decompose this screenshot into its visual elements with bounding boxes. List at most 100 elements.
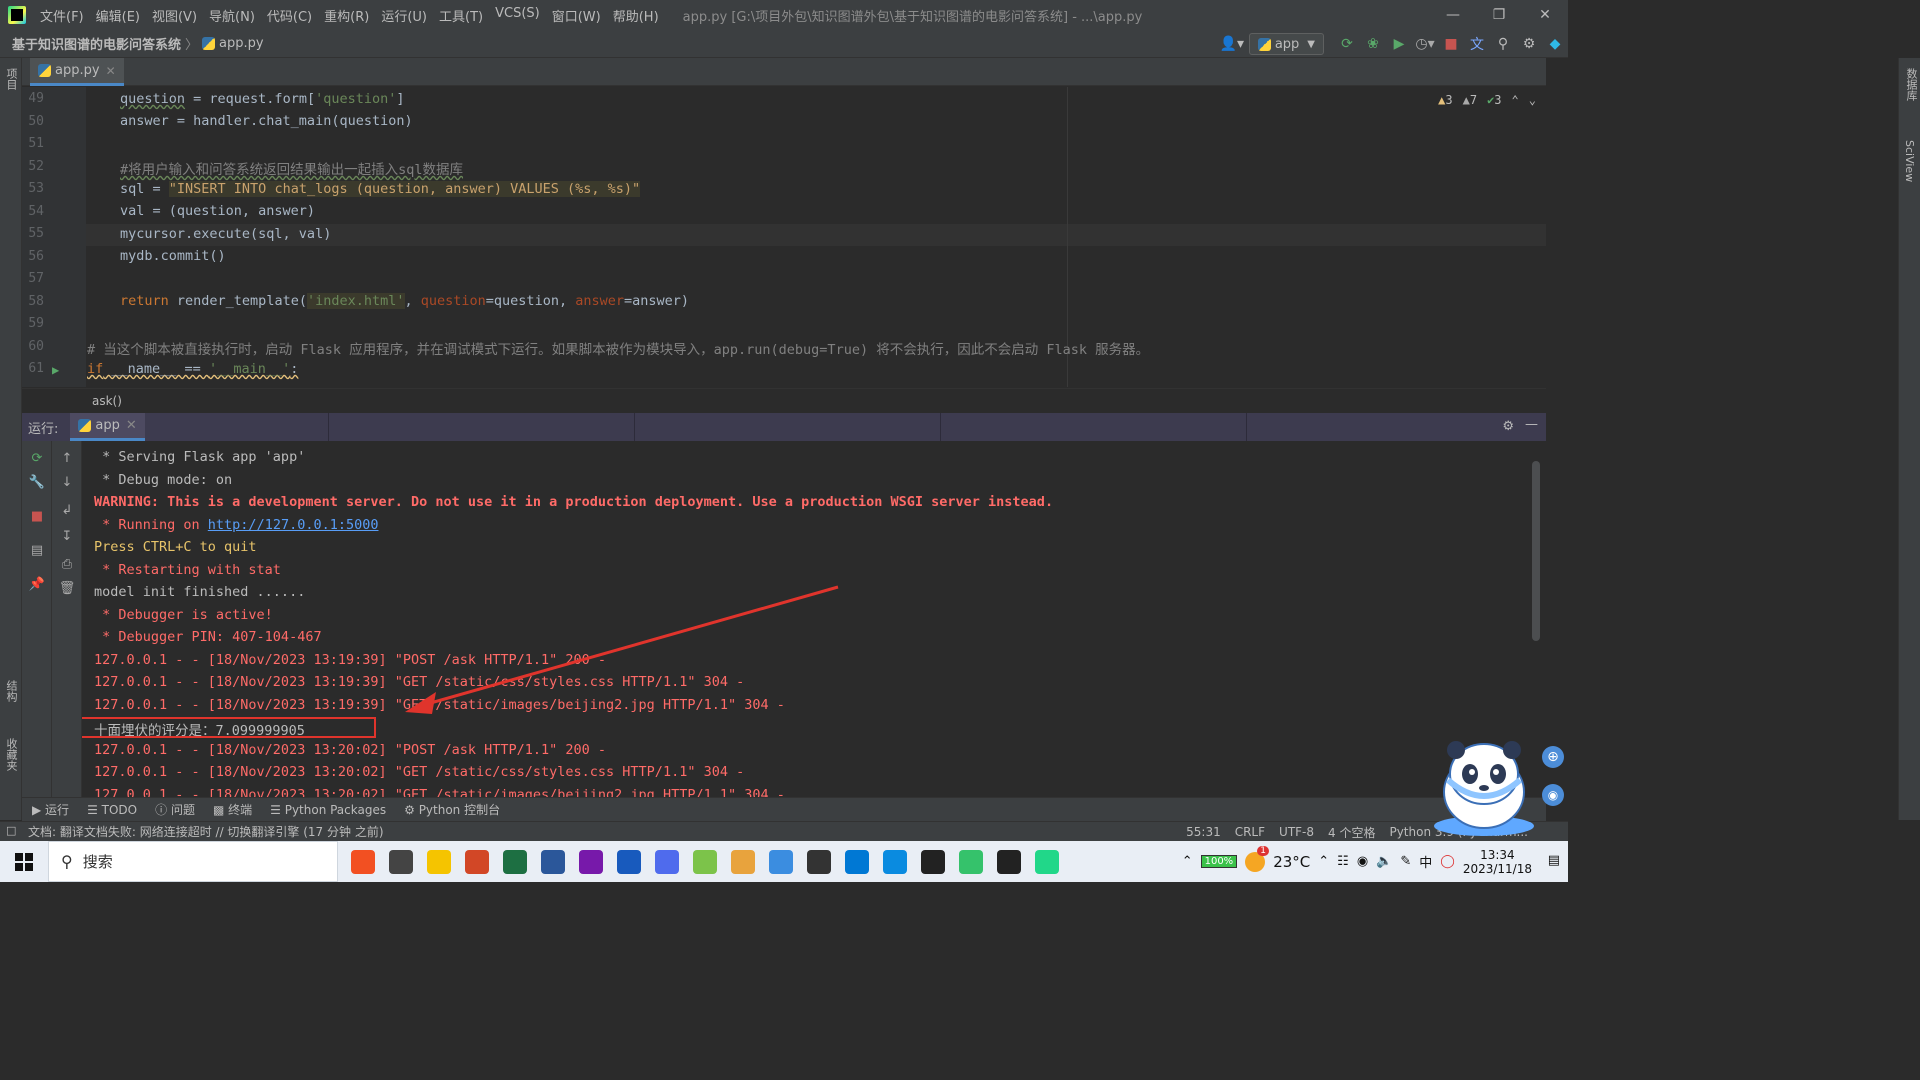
menu-item[interactable]: 文件(F) — [34, 6, 90, 25]
wechat-icon[interactable] — [952, 841, 990, 882]
layout-icon[interactable]: ▤ — [28, 541, 46, 559]
search-icon[interactable]: ⚲ — [1490, 30, 1516, 58]
menu-item[interactable]: 代码(C) — [261, 6, 318, 25]
breadcrumb-file[interactable]: app.py — [219, 36, 264, 51]
chevron-up-icon[interactable]: ⌃ — [1512, 93, 1519, 107]
ok-count[interactable]: ✔3 — [1487, 93, 1501, 107]
jetbrains-gateway-icon[interactable] — [990, 841, 1028, 882]
close-tab-icon[interactable]: ✕ — [106, 64, 116, 78]
arrow-down-icon[interactable]: ↓ — [58, 473, 76, 491]
code-breadcrumb[interactable]: ask() — [22, 388, 1546, 412]
profile-icon[interactable]: ◷▾ — [1412, 30, 1438, 58]
close-tab-icon[interactable]: ✕ — [126, 418, 137, 433]
structure-tool-tab[interactable]: 结构 — [3, 680, 19, 702]
bottom-tab[interactable]: ▶ 运行 — [32, 801, 69, 818]
maps-icon[interactable] — [686, 841, 724, 882]
menu-item[interactable]: 导航(N) — [203, 6, 261, 25]
menu-item[interactable]: 运行(U) — [375, 6, 433, 25]
rerun-icon[interactable]: ⟳ — [1334, 30, 1360, 58]
menu-item[interactable]: 工具(T) — [433, 6, 489, 25]
notification-center-icon[interactable]: ▤ — [1548, 853, 1560, 868]
powerpoint-icon[interactable] — [458, 841, 496, 882]
sciview-tool-tab[interactable]: SciView — [1903, 140, 1916, 182]
line-separator[interactable]: CRLF — [1235, 825, 1265, 839]
taskbar-search-box[interactable]: ⚲ 搜索 — [48, 841, 338, 882]
database-tool-tab[interactable]: 数据库 — [1903, 68, 1919, 101]
floating-assistant-icon[interactable]: ◉ — [1542, 784, 1564, 806]
ime-indicator[interactable]: 中 — [1419, 852, 1432, 871]
trash-icon[interactable]: 🗑 — [58, 579, 76, 597]
chevron-up-icon[interactable]: ⌃ — [1318, 854, 1329, 869]
onenote-icon[interactable] — [572, 841, 610, 882]
debug-icon[interactable]: ❀ — [1360, 30, 1386, 58]
pin-icon[interactable]: 📌 — [28, 575, 46, 593]
run-config-select[interactable]: app ▼ — [1248, 33, 1324, 55]
fruit-app-icon[interactable] — [344, 841, 382, 882]
file-encoding[interactable]: UTF-8 — [1279, 825, 1314, 839]
floating-plus-icon[interactable]: ⊕ — [1542, 746, 1564, 768]
pycharm-taskbar-icon[interactable] — [1028, 841, 1066, 882]
running-url-link[interactable]: http://127.0.0.1:5000 — [208, 517, 379, 533]
edge-dev-icon[interactable] — [876, 841, 914, 882]
weather-icon[interactable]: 1 — [1245, 845, 1269, 872]
coverage-icon[interactable]: ▶ — [1386, 30, 1412, 58]
project-tool-tab[interactable]: 项目 — [3, 68, 19, 90]
gear-icon[interactable]: ⚙ — [1502, 419, 1514, 434]
volume-icon[interactable]: 🔈 — [1376, 854, 1392, 869]
task-view-icon[interactable] — [382, 841, 420, 882]
windows-start-icon[interactable] — [0, 841, 48, 882]
bottom-tab[interactable]: ⚙ Python 控制台 — [404, 801, 500, 818]
warning-count[interactable]: ▲3 — [1438, 93, 1452, 107]
terminal-icon[interactable] — [914, 841, 952, 882]
sogou-icon[interactable]: ◯ — [1440, 854, 1455, 869]
menu-item[interactable]: 视图(V) — [146, 6, 203, 25]
rerun-icon[interactable]: ⟳ — [28, 449, 46, 467]
menu-item[interactable]: 窗口(W) — [546, 6, 607, 25]
wrench-icon[interactable]: 🔧 — [28, 473, 46, 491]
user-icon[interactable]: 👤▾ — [1215, 30, 1249, 58]
scroll-to-end-icon[interactable]: ↧ — [58, 527, 76, 545]
run-gutter-icon[interactable]: ▶ — [52, 363, 59, 377]
edge-icon[interactable] — [838, 841, 876, 882]
stop-icon[interactable]: ■ — [1438, 30, 1464, 58]
word-icon[interactable] — [610, 841, 648, 882]
chevron-up-icon[interactable]: ⌃ — [1182, 854, 1193, 869]
network-app-icon[interactable] — [762, 841, 800, 882]
hide-panel-icon[interactable]: — — [1525, 417, 1538, 432]
close-window-icon[interactable]: ✕ — [1522, 0, 1568, 30]
excel-icon[interactable] — [496, 841, 534, 882]
toolbox-icon[interactable]: ◆ — [1542, 30, 1568, 58]
console-scrollbar[interactable] — [1532, 461, 1540, 641]
restore-icon[interactable]: ❐ — [1476, 0, 1522, 30]
bottom-tab[interactable]: ▩ 终端 — [213, 801, 252, 818]
weather-temperature[interactable]: 23°C — [1273, 853, 1310, 871]
run-console[interactable]: * Serving Flask app 'app' * Debug mode: … — [82, 441, 1546, 797]
visio-icon[interactable] — [534, 841, 572, 882]
browser-icon[interactable] — [648, 841, 686, 882]
sticky-notes-icon[interactable] — [420, 841, 458, 882]
menu-item[interactable]: VCS(S) — [489, 6, 546, 25]
file-explorer-icon[interactable] — [724, 841, 762, 882]
system-clock[interactable]: 13:34 2023/11/18 — [1463, 848, 1532, 876]
avatar-app-icon[interactable] — [800, 841, 838, 882]
arrow-up-icon[interactable]: ↑ — [58, 449, 76, 467]
translate-icon[interactable]: 文 — [1464, 30, 1490, 58]
caret-position[interactable]: 55:31 — [1186, 825, 1221, 839]
status-message[interactable]: 文档: 翻译文档失败: 网络连接超时 // 切换翻译引擎 (17 分钟 之前) — [28, 823, 384, 840]
network-icon[interactable]: ☷ — [1337, 854, 1349, 869]
minimize-icon[interactable]: — — [1430, 0, 1476, 30]
chevron-down-icon[interactable]: ⌄ — [1529, 93, 1536, 107]
layout-toggle-icon[interactable]: □ — [6, 824, 16, 837]
battery-indicator[interactable]: 100% — [1200, 855, 1238, 868]
favorites-tool-tab[interactable]: 收藏夹 — [3, 738, 19, 771]
menu-item[interactable]: 帮助(H) — [607, 6, 665, 25]
soft-wrap-icon[interactable]: ↲ — [58, 501, 76, 519]
breadcrumb-project[interactable]: 基于知识图谱的电影问答系统 — [12, 34, 181, 53]
menu-item[interactable]: 重构(R) — [318, 6, 375, 25]
print-icon[interactable]: ⎙ — [58, 555, 76, 573]
inspection-widget[interactable]: ▲3 ▲7 ✔3 ⌃ ⌄ — [1438, 93, 1536, 107]
gear-icon[interactable]: ⚙ — [1516, 30, 1542, 58]
qq-icon[interactable]: ◉ — [1357, 854, 1368, 869]
code-editor[interactable]: 49 50 51 52 53 54 55 56 57 58 59 60 61 ▲3 ▲7 ✔3 ⌃ ⌄ … — [22, 87, 1546, 387]
stop-icon[interactable]: ■ — [28, 507, 46, 525]
